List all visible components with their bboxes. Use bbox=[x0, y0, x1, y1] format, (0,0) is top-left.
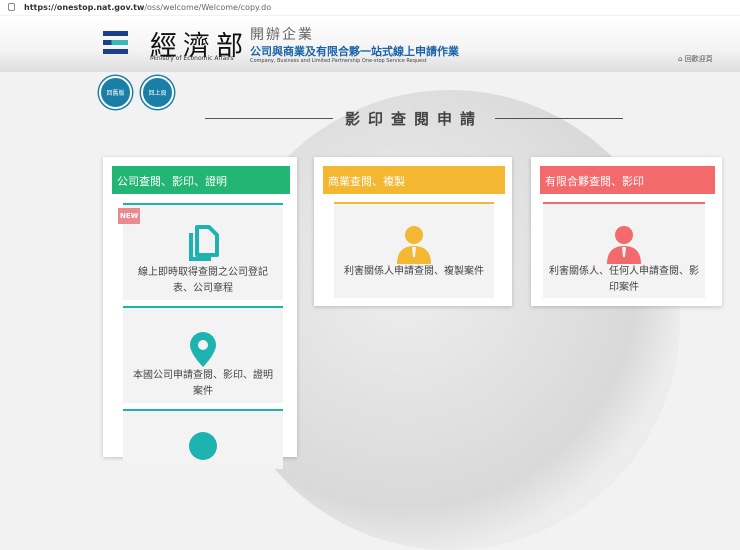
map-pin-icon bbox=[188, 330, 218, 368]
business-card: 商業查閱、複製 利害關係人申請查閱、複製案件 bbox=[314, 157, 512, 306]
foreign-company-request-item[interactable] bbox=[123, 409, 283, 469]
lock-icon bbox=[8, 3, 15, 11]
partnership-request-item[interactable]: 利害關係人、任何人申請查閱、影印案件 bbox=[543, 202, 705, 298]
online-company-record-item[interactable]: NEW 線上即時取得查閱之公司登記表、公司章程 bbox=[123, 203, 283, 300]
domestic-company-request-item[interactable]: 本國公司申請查閱、影印、證明案件 bbox=[123, 306, 283, 403]
card-title: 商業查閱、複製 bbox=[323, 166, 505, 194]
home-link[interactable]: ⌂ 回歡迎頁 bbox=[678, 54, 713, 64]
person-icon bbox=[395, 224, 433, 264]
site-title: 開辦企業 bbox=[250, 24, 314, 44]
copy-icon bbox=[185, 223, 221, 263]
site-header: 經濟部 Ministry of Economic Affairs 開辦企業 公司… bbox=[0, 16, 740, 72]
card-title: 公司查閱、影印、證明 bbox=[112, 166, 290, 194]
address-bar[interactable]: https://onestop.nat.gov.tw/oss/welcome/W… bbox=[0, 0, 740, 15]
site-subtitle: 公司與商業及有限合夥一站式線上申請作業 bbox=[250, 43, 459, 59]
old-version-button[interactable]: 回舊版 bbox=[99, 76, 132, 109]
moea-logo-icon bbox=[103, 31, 128, 58]
partnership-card: 有限合夥查閱、影印 利害關係人、任何人申請查閱、影印案件 bbox=[531, 157, 722, 306]
person-icon bbox=[605, 224, 643, 264]
site-subtitle-en: Company, Business and Limited Partnershi… bbox=[250, 58, 427, 64]
ministry-name-en: Ministry of Economic Affairs bbox=[150, 55, 234, 62]
new-badge: NEW bbox=[118, 208, 140, 224]
business-request-item[interactable]: 利害關係人申請查閱、複製案件 bbox=[334, 202, 494, 298]
company-card: 公司查閱、影印、證明 NEW 線上即時取得查閱之公司登記表、公司章程 本國公司申… bbox=[103, 157, 297, 457]
page-title: 影印查閱申請 bbox=[205, 108, 623, 129]
globe-icon bbox=[188, 431, 218, 461]
home-icon: ⌂ bbox=[678, 55, 682, 63]
back-button[interactable]: 回上頁 bbox=[141, 76, 174, 109]
card-title: 有限合夥查閱、影印 bbox=[540, 166, 715, 194]
